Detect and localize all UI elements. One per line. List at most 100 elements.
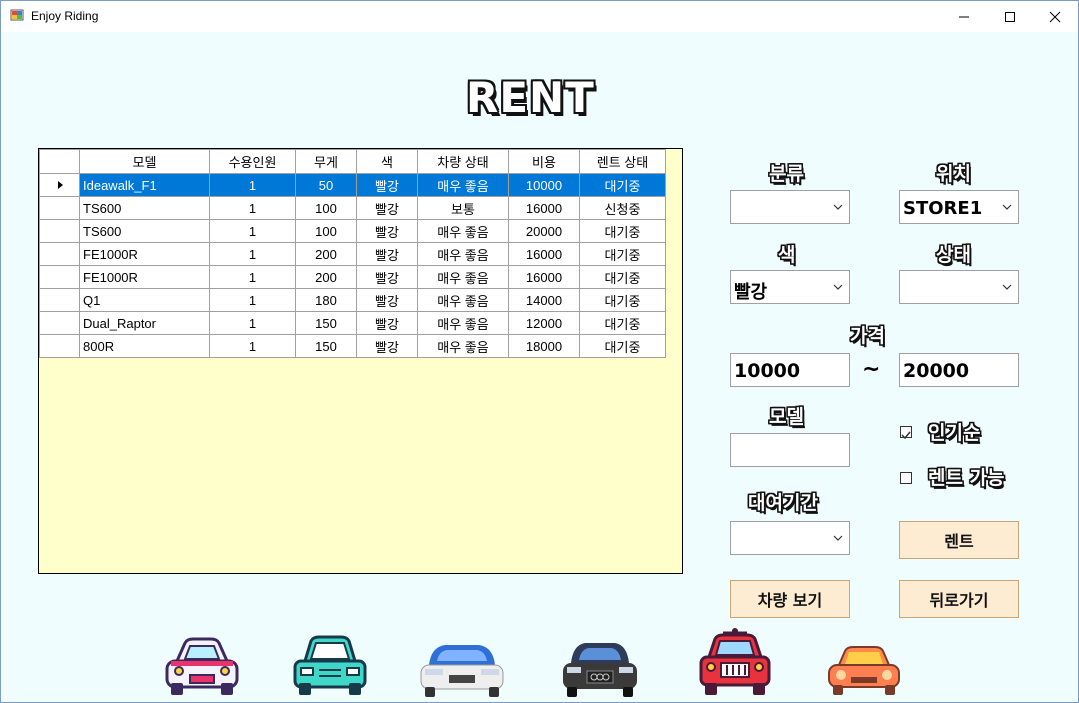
cell-capacity[interactable]: 1: [209, 242, 296, 266]
column-header-model[interactable]: 모델: [79, 149, 210, 174]
cell-rent-status[interactable]: 신청중: [579, 196, 666, 220]
table-row[interactable]: Dual_Raptor 1 150 빨강 매우 좋음 12000 대기중: [39, 311, 666, 335]
location-select[interactable]: STORE1: [899, 190, 1019, 224]
cell-rent-status[interactable]: 대기중: [579, 288, 666, 312]
cell-rent-status[interactable]: 대기중: [579, 173, 666, 197]
cell-rent-status[interactable]: 대기중: [579, 265, 666, 289]
checkmark-icon: [901, 431, 911, 440]
cell-model[interactable]: TS600: [79, 196, 210, 220]
cell-weight[interactable]: 100: [295, 219, 357, 243]
cell-color[interactable]: 빨강: [356, 219, 418, 243]
table-row[interactable]: FE1000R 1 200 빨강 매우 좋음 16000 대기중: [39, 242, 666, 266]
table-row[interactable]: Ideawalk_F1 1 50 빨강 매우 좋음 10000 대기중: [39, 173, 666, 197]
column-header-rent-status[interactable]: 렌트 상태: [579, 149, 666, 174]
cell-model[interactable]: Dual_Raptor: [79, 311, 210, 335]
cell-model[interactable]: TS600: [79, 219, 210, 243]
model-label: 모델: [769, 406, 804, 428]
cell-cost[interactable]: 14000: [508, 288, 580, 312]
maximize-button[interactable]: [987, 1, 1033, 32]
cell-condition[interactable]: 매우 좋음: [417, 219, 509, 243]
rent-button[interactable]: 렌트: [899, 521, 1019, 559]
cell-model[interactable]: FE1000R: [79, 242, 210, 266]
row-header[interactable]: [39, 196, 80, 220]
row-header[interactable]: [39, 265, 80, 289]
cell-model[interactable]: 800R: [79, 334, 210, 358]
cell-condition[interactable]: 매우 좋음: [417, 311, 509, 335]
cell-capacity[interactable]: 1: [209, 311, 296, 335]
cell-capacity[interactable]: 1: [209, 288, 296, 312]
cell-color[interactable]: 빨강: [356, 311, 418, 335]
popular-label[interactable]: 인기순: [928, 418, 980, 445]
table-row[interactable]: FE1000R 1 200 빨강 매우 좋음 16000 대기중: [39, 265, 666, 289]
view-vehicle-button[interactable]: 차량 보기: [730, 580, 850, 618]
vehicle-grid[interactable]: 모델 수용인원 무게 색 차량 상태 비용 렌트 상태 Ideawalk_F1 1…: [38, 148, 683, 574]
cell-cost[interactable]: 12000: [508, 311, 580, 335]
cell-color[interactable]: 빨강: [356, 196, 418, 220]
price-max-input[interactable]: 20000: [899, 353, 1019, 387]
cell-cost[interactable]: 16000: [508, 265, 580, 289]
cell-weight[interactable]: 50: [295, 173, 357, 197]
cell-capacity[interactable]: 1: [209, 219, 296, 243]
row-header[interactable]: [39, 334, 80, 358]
cell-model[interactable]: Q1: [79, 288, 210, 312]
cell-condition[interactable]: 매우 좋음: [417, 242, 509, 266]
cell-cost[interactable]: 20000: [508, 219, 580, 243]
model-input[interactable]: [730, 433, 850, 467]
cell-model[interactable]: Ideawalk_F1: [79, 173, 210, 197]
table-row[interactable]: Q1 1 180 빨강 매우 좋음 14000 대기중: [39, 288, 666, 312]
column-header-cost[interactable]: 비용: [508, 149, 580, 174]
cell-weight[interactable]: 150: [295, 311, 357, 335]
column-header-weight[interactable]: 무게: [295, 149, 357, 174]
cell-rent-status[interactable]: 대기중: [579, 242, 666, 266]
row-header[interactable]: [39, 288, 80, 312]
back-button[interactable]: 뒤로가기: [899, 580, 1019, 618]
cell-weight[interactable]: 200: [295, 242, 357, 266]
cell-capacity[interactable]: 1: [209, 196, 296, 220]
popular-checkbox[interactable]: [900, 426, 912, 440]
column-header-condition[interactable]: 차량 상태: [417, 149, 509, 174]
rentable-checkbox[interactable]: [900, 472, 912, 484]
cell-capacity[interactable]: 1: [209, 334, 296, 358]
cell-cost[interactable]: 16000: [508, 242, 580, 266]
period-select[interactable]: [730, 521, 850, 555]
cell-capacity[interactable]: 1: [209, 173, 296, 197]
cell-capacity[interactable]: 1: [209, 265, 296, 289]
cell-condition[interactable]: 보통: [417, 196, 509, 220]
cell-color[interactable]: 빨강: [356, 265, 418, 289]
price-min-input[interactable]: 10000: [730, 353, 850, 387]
row-header[interactable]: [39, 242, 80, 266]
rentable-label[interactable]: 렌트 가능: [928, 463, 1005, 490]
table-row[interactable]: TS600 1 100 빨강 보통 16000 신청중: [39, 196, 666, 220]
cell-cost[interactable]: 16000: [508, 196, 580, 220]
row-header[interactable]: [39, 311, 80, 335]
cell-condition[interactable]: 매우 좋음: [417, 265, 509, 289]
status-select[interactable]: [899, 270, 1019, 304]
color-select[interactable]: 빨강: [730, 270, 850, 304]
cell-condition[interactable]: 매우 좋음: [417, 288, 509, 312]
category-select[interactable]: [730, 190, 850, 224]
minimize-button[interactable]: [941, 1, 987, 32]
column-header-capacity[interactable]: 수용인원: [209, 149, 296, 174]
cell-condition[interactable]: 매우 좋음: [417, 173, 509, 197]
row-header[interactable]: [39, 219, 80, 243]
cell-color[interactable]: 빨강: [356, 334, 418, 358]
column-header-color[interactable]: 색: [356, 149, 418, 174]
cell-rent-status[interactable]: 대기중: [579, 311, 666, 335]
cell-cost[interactable]: 18000: [508, 334, 580, 358]
cell-weight[interactable]: 150: [295, 334, 357, 358]
cell-weight[interactable]: 100: [295, 196, 357, 220]
cell-model[interactable]: FE1000R: [79, 265, 210, 289]
table-row[interactable]: TS600 1 100 빨강 매우 좋음 20000 대기중: [39, 219, 666, 243]
cell-cost[interactable]: 10000: [508, 173, 580, 197]
close-button[interactable]: [1032, 1, 1078, 32]
row-header[interactable]: [39, 173, 80, 197]
cell-weight[interactable]: 180: [295, 288, 357, 312]
cell-rent-status[interactable]: 대기중: [579, 219, 666, 243]
cell-color[interactable]: 빨강: [356, 288, 418, 312]
cell-weight[interactable]: 200: [295, 265, 357, 289]
table-row[interactable]: 800R 1 150 빨강 매우 좋음 18000 대기중: [39, 334, 666, 358]
cell-color[interactable]: 빨강: [356, 242, 418, 266]
cell-rent-status[interactable]: 대기중: [579, 334, 666, 358]
cell-color[interactable]: 빨강: [356, 173, 418, 197]
cell-condition[interactable]: 매우 좋음: [417, 334, 509, 358]
